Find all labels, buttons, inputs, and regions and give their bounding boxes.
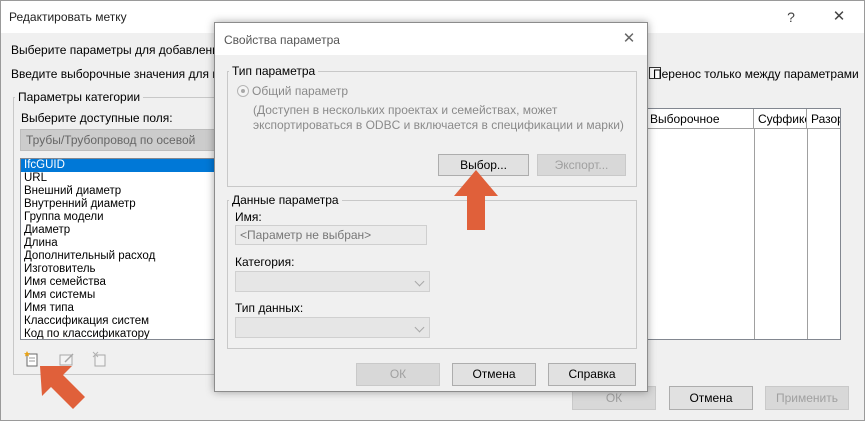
field-list-item[interactable]: Длина (21, 237, 215, 250)
category-dropdown[interactable] (235, 271, 430, 292)
instruction-text-2: Введите выборочные значения для пре (11, 67, 233, 81)
data-type-label: Тип данных: (235, 301, 304, 315)
child-titlebar: Свойства параметра ✕ (215, 23, 647, 55)
main-cancel-button[interactable]: Отмена (669, 386, 753, 410)
close-icon[interactable]: ✕ (619, 29, 639, 49)
category-label: Категория: (235, 255, 295, 269)
category-select[interactable]: Трубы/Трубопровод по осевой (20, 129, 216, 151)
main-dialog-title: Редактировать метку (9, 10, 127, 24)
close-icon[interactable]: ✕ (825, 7, 853, 27)
name-label: Имя: (235, 210, 262, 224)
transfer-only-label: Перенос только между параметрами (653, 67, 859, 81)
column-divider (807, 129, 808, 339)
field-list-item[interactable]: Изготовитель (21, 263, 215, 276)
shared-parameter-radio[interactable] (237, 85, 249, 97)
help-icon[interactable]: ? (777, 7, 805, 27)
instruction-text-1: Выберите параметры для добавления в (11, 43, 236, 57)
field-list-item[interactable]: Внешний диаметр (21, 185, 215, 198)
column-header-break[interactable]: Разор (807, 109, 840, 129)
chevron-down-icon (414, 276, 425, 287)
child-cancel-button[interactable]: Отмена (452, 363, 536, 386)
field-list-item[interactable]: Имя типа (21, 302, 215, 315)
field-list-item[interactable]: Группа модели (21, 211, 215, 224)
field-list-item[interactable]: Внутренний диаметр (21, 198, 215, 211)
parameters-table[interactable]: Выборочное Суффикс Разор (645, 108, 841, 340)
available-fields-label: Выберите доступные поля: (21, 111, 173, 125)
field-list-item[interactable]: Имя семейства (21, 276, 215, 289)
data-type-dropdown[interactable] (235, 317, 430, 338)
category-parameters-legend: Параметры категории (15, 90, 144, 104)
help-button[interactable]: Справка (548, 363, 636, 386)
child-ok-button[interactable]: ОК (356, 363, 440, 386)
shared-parameter-description: (Доступен в нескольких проектах и семейс… (253, 103, 624, 132)
field-list-item[interactable]: Код по классификатору (21, 328, 215, 339)
delete-parameter-icon[interactable] (92, 351, 108, 367)
parameter-name-field[interactable]: <Параметр не выбран> (235, 225, 427, 245)
shared-parameter-label: Общий параметр (252, 84, 349, 98)
field-list-item[interactable]: Диаметр (21, 224, 215, 237)
arrow-up-icon (454, 170, 498, 230)
chevron-down-icon (414, 322, 425, 333)
parameter-data-legend: Данные параметра (229, 193, 342, 207)
child-dialog-title: Свойства параметра (224, 33, 340, 47)
field-list-item[interactable]: Имя системы (21, 289, 215, 302)
available-fields-list[interactable]: IfcGUID URL Внешний диаметр Внутренний диам… (20, 158, 216, 340)
field-list-item[interactable]: URL (21, 172, 215, 185)
column-header-suffix[interactable]: Суффикс (754, 109, 807, 129)
apply-button[interactable]: Применить (765, 386, 849, 410)
field-list-item[interactable]: Дополнительный расход (21, 250, 215, 263)
arrow-up-left-icon (40, 366, 85, 409)
field-list-item[interactable]: IfcGUID (21, 159, 215, 172)
export-button[interactable]: Экспорт... (537, 154, 626, 176)
column-divider (754, 129, 755, 339)
column-header-custom[interactable]: Выборочное (646, 109, 754, 129)
parameter-type-legend: Тип параметра (229, 64, 319, 78)
field-list-item[interactable]: Классификация систем (21, 315, 215, 328)
parameter-properties-dialog: Свойства параметра ✕ Тип параметра Общий… (214, 22, 648, 392)
